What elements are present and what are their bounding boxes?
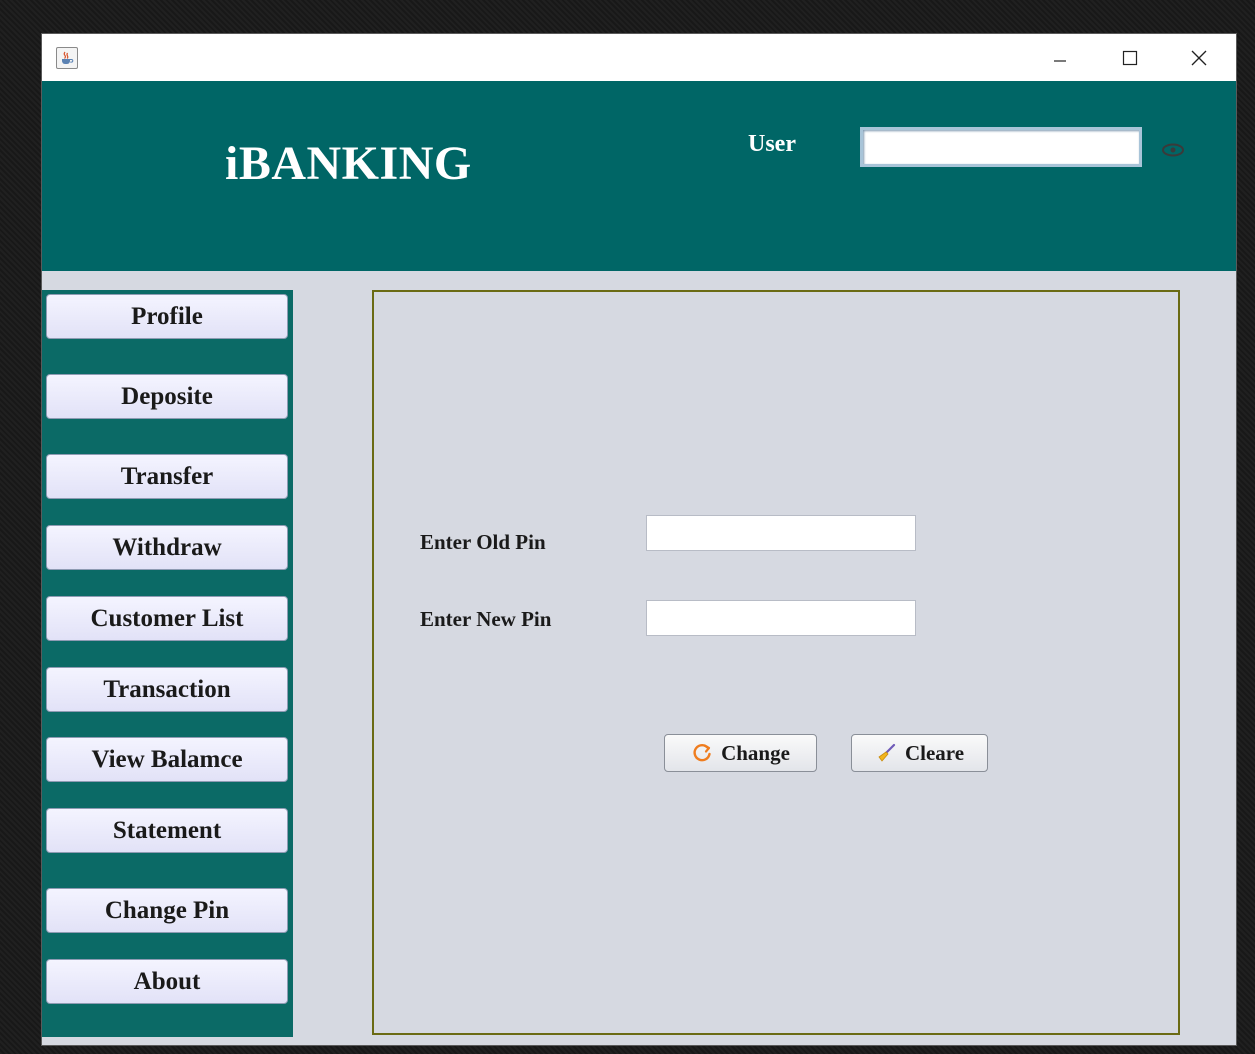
sidebar-item-view-balance[interactable]: View Balamce bbox=[46, 737, 288, 782]
minimize-icon bbox=[1054, 59, 1066, 62]
minimize-button[interactable] bbox=[1029, 34, 1091, 81]
clear-button-label: Cleare bbox=[904, 740, 965, 765]
sidebar-item-transaction[interactable]: Transaction bbox=[46, 667, 288, 712]
java-coffee-icon[interactable] bbox=[56, 47, 78, 69]
sidebar-item-deposite[interactable]: Deposite bbox=[46, 374, 288, 419]
change-pin-panel: Enter Old Pin Enter New Pin Change Clear… bbox=[372, 290, 1180, 1035]
sidebar: Profile Deposite Transfer Withdraw Custo… bbox=[42, 290, 293, 1037]
maximize-button[interactable] bbox=[1099, 34, 1161, 81]
eye-icon[interactable] bbox=[1160, 141, 1186, 159]
broom-icon bbox=[878, 743, 896, 762]
sidebar-item-withdraw[interactable]: Withdraw bbox=[46, 525, 288, 570]
user-label: User bbox=[748, 131, 796, 157]
sidebar-item-transfer[interactable]: Transfer bbox=[46, 454, 288, 499]
clear-button[interactable]: Cleare bbox=[851, 734, 988, 772]
maximize-icon bbox=[1122, 50, 1138, 65]
change-button-label: Change bbox=[721, 740, 790, 765]
close-icon bbox=[1191, 50, 1207, 65]
close-button[interactable] bbox=[1168, 34, 1230, 81]
sidebar-item-customer-list[interactable]: Customer List bbox=[46, 596, 288, 641]
refresh-icon bbox=[693, 743, 711, 762]
header-banner: iBANKING User bbox=[42, 81, 1236, 271]
new-pin-input[interactable] bbox=[646, 600, 916, 636]
old-pin-label: Enter Old Pin bbox=[420, 530, 546, 554]
old-pin-input[interactable] bbox=[646, 515, 916, 551]
change-button[interactable]: Change bbox=[664, 734, 817, 772]
sidebar-item-profile[interactable]: Profile bbox=[46, 294, 288, 339]
app-window: iBANKING User Profile Deposite Transfer … bbox=[41, 33, 1237, 1046]
sidebar-item-about[interactable]: About bbox=[46, 959, 288, 1004]
sidebar-item-statement[interactable]: Statement bbox=[46, 808, 288, 853]
brand-title: iBANKING bbox=[225, 137, 472, 190]
sidebar-item-change-pin[interactable]: Change Pin bbox=[46, 888, 288, 933]
user-input[interactable] bbox=[860, 127, 1142, 167]
title-bar[interactable] bbox=[42, 34, 1236, 81]
new-pin-label: Enter New Pin bbox=[420, 607, 552, 631]
